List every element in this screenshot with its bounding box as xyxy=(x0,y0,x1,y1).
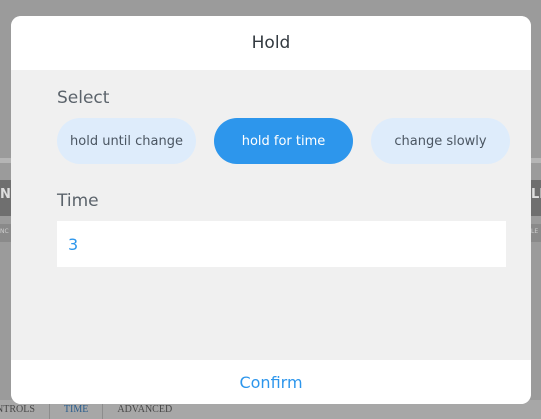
dialog-title: Hold xyxy=(251,33,291,53)
time-label: Time xyxy=(57,191,99,211)
option-label: hold for time xyxy=(241,133,326,149)
time-input[interactable] xyxy=(57,221,506,267)
option-hold-for-time[interactable]: hold for time xyxy=(214,118,353,164)
option-label: hold until change xyxy=(70,133,183,149)
app-backdrop: N LI NC LE NTROLS TIME ADVANCED Hold Sel… xyxy=(0,0,541,419)
option-hold-until-change[interactable]: hold until change xyxy=(57,118,196,164)
select-label: Select xyxy=(57,88,110,108)
background-edge-text-right: LI xyxy=(531,187,541,202)
confirm-button[interactable]: Confirm xyxy=(219,367,322,398)
background-edge-text-left: N xyxy=(0,187,10,202)
background-edge-subtext-left: NC xyxy=(0,228,9,235)
option-change-slowly[interactable]: change slowly xyxy=(371,118,510,164)
dialog-footer: Confirm xyxy=(11,360,531,404)
option-label: change slowly xyxy=(394,133,487,149)
hold-dialog: Hold Select hold until change hold for t… xyxy=(11,16,531,404)
hold-mode-options: hold until change hold for time change s… xyxy=(57,118,510,164)
dialog-body: Select hold until change hold for time c… xyxy=(11,70,531,360)
dialog-header: Hold xyxy=(11,16,531,70)
background-edge-subtext-right: LE xyxy=(531,228,539,235)
